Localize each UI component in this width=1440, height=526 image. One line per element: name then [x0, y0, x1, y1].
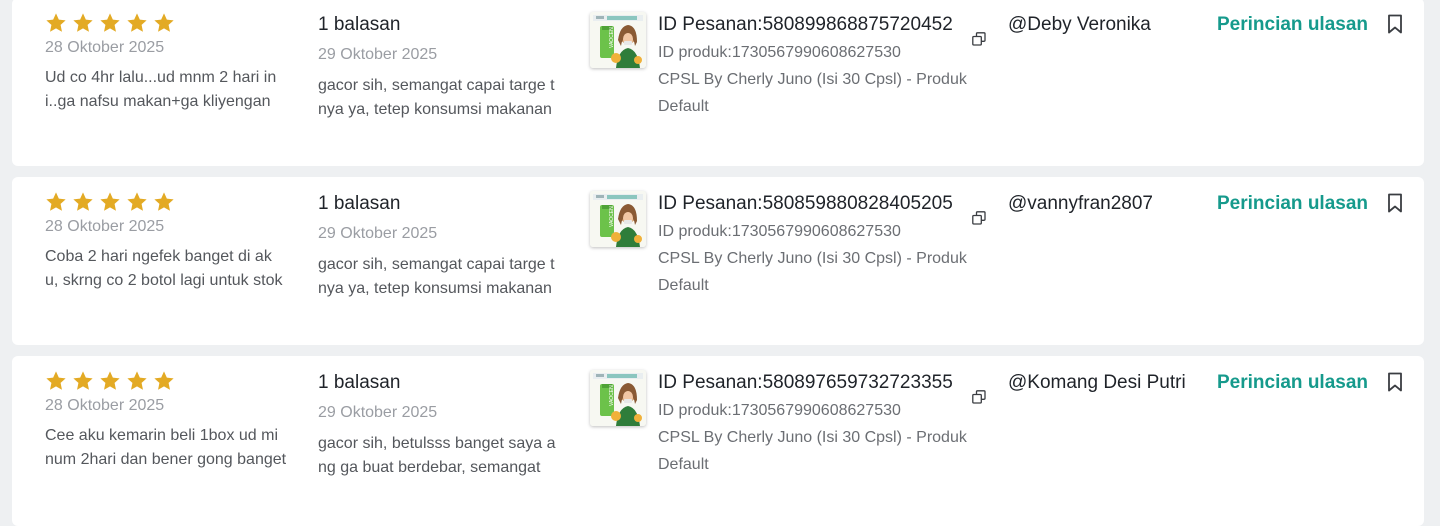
bookmark-button[interactable]	[1386, 372, 1404, 397]
product-id: ID produk:1730567990608627530	[658, 223, 901, 240]
user-column: @Deby Veronika	[1008, 0, 1198, 38]
star-icon	[46, 192, 66, 211]
review-text[interactable]: Cee aku kemarin beli 1box ud mi num 2har…	[45, 424, 287, 472]
review-card: 28 Oktober 2025 Cee aku kemarin beli 1bo…	[12, 356, 1424, 526]
bookmark-button[interactable]	[1386, 193, 1404, 218]
bookmark-icon[interactable]	[1386, 14, 1404, 34]
review-column: 28 Oktober 2025 Ud co 4hr lalu...ud mnm …	[45, 0, 295, 114]
reply-column: 1 balasan 29 Oktober 2025 gacor sih, sem…	[318, 177, 568, 301]
star-rating	[45, 191, 295, 215]
review-detail-link[interactable]: Perincian ulasan	[1217, 191, 1368, 217]
reply-column: 1 balasan 29 Oktober 2025 gacor sih, sem…	[318, 0, 568, 122]
review-text[interactable]: Ud co 4hr lalu...ud mnm 2 hari in i..ga …	[45, 66, 287, 114]
star-icon	[100, 192, 120, 211]
star-rating	[45, 370, 295, 394]
svg-text:VAOCEN: VAOCEN	[609, 206, 615, 227]
bookmark-icon[interactable]	[1386, 372, 1404, 392]
star-icon	[154, 371, 174, 390]
review-column: 28 Oktober 2025 Coba 2 hari ngefek bange…	[45, 177, 295, 293]
product-id: ID produk:1730567990608627530	[658, 44, 901, 61]
reply-text[interactable]: gacor sih, semangat capai targe tnya ya,…	[318, 253, 560, 301]
review-date: 28 Oktober 2025	[45, 218, 165, 235]
review-detail-link[interactable]: Perincian ulasan	[1217, 12, 1368, 38]
detail-column: Perincian ulasan	[1217, 356, 1368, 396]
detail-column: Perincian ulasan	[1217, 0, 1368, 38]
product-name[interactable]: CPSL By Cherly Juno (Isi 30 Cpsl) - Prod…	[658, 245, 976, 272]
star-icon	[73, 371, 93, 390]
review-card: 28 Oktober 2025 Ud co 4hr lalu...ud mnm …	[12, 0, 1424, 166]
order-id: ID Pesanan:580897659732723355	[658, 372, 953, 393]
product-id: ID produk:1730567990608627530	[658, 402, 901, 419]
product-variant: Default	[658, 277, 709, 294]
product-thumbnail[interactable]: VAOCEN	[590, 12, 646, 68]
svg-text:VAOCEN: VAOCEN	[609, 27, 615, 48]
star-icon	[100, 13, 120, 32]
product-thumbnail[interactable]: VAOCEN	[590, 191, 646, 247]
reply-count[interactable]: 1 balasan	[318, 371, 568, 395]
bookmark-button[interactable]	[1386, 14, 1404, 39]
star-icon	[127, 13, 147, 32]
star-icon	[127, 371, 147, 390]
reply-date: 29 Oktober 2025	[318, 404, 438, 421]
order-column: ID Pesanan:580897659732723355 ID produk:…	[658, 356, 988, 478]
reply-date: 29 Oktober 2025	[318, 46, 438, 63]
star-icon	[154, 13, 174, 32]
review-list: 28 Oktober 2025 Ud co 4hr lalu...ud mnm …	[0, 0, 1440, 526]
review-text[interactable]: Coba 2 hari ngefek banget di ak u, skrng…	[45, 245, 287, 293]
product-variant: Default	[658, 98, 709, 115]
star-icon	[154, 192, 174, 211]
product-name[interactable]: CPSL By Cherly Juno (Isi 30 Cpsl) - Prod…	[658, 66, 976, 93]
svg-text:VAOCEN: VAOCEN	[609, 385, 615, 406]
product-variant: Default	[658, 456, 709, 473]
order-id: ID Pesanan:580859880828405205	[658, 193, 953, 214]
reply-date: 29 Oktober 2025	[318, 225, 438, 242]
copy-icon[interactable]	[972, 390, 986, 404]
buyer-username[interactable]: @vannyfran2807	[1008, 191, 1188, 217]
reply-text[interactable]: gacor sih, betulsss banget saya ang ga b…	[318, 432, 560, 480]
buyer-username[interactable]: @Deby Veronika	[1008, 12, 1188, 38]
star-icon	[73, 192, 93, 211]
bookmark-icon[interactable]	[1386, 193, 1404, 213]
reply-count[interactable]: 1 balasan	[318, 192, 568, 216]
order-column: ID Pesanan:580899868875720452 ID produk:…	[658, 0, 988, 120]
star-icon	[127, 192, 147, 211]
detail-column: Perincian ulasan	[1217, 177, 1368, 217]
star-icon	[46, 13, 66, 32]
product-name[interactable]: CPSL By Cherly Juno (Isi 30 Cpsl) - Prod…	[658, 424, 976, 451]
review-detail-link[interactable]: Perincian ulasan	[1217, 370, 1368, 396]
reply-count[interactable]: 1 balasan	[318, 13, 568, 37]
star-icon	[46, 371, 66, 390]
user-column: @Komang Desi Putri	[1008, 356, 1198, 396]
user-column: @vannyfran2807	[1008, 177, 1198, 217]
star-icon	[100, 371, 120, 390]
review-column: 28 Oktober 2025 Cee aku kemarin beli 1bo…	[45, 356, 295, 472]
copy-icon[interactable]	[972, 32, 986, 46]
order-column: ID Pesanan:580859880828405205 ID produk:…	[658, 177, 988, 299]
product-thumbnail[interactable]: VAOCEN	[590, 370, 646, 426]
reply-text[interactable]: gacor sih, semangat capai targe tnya ya,…	[318, 74, 560, 122]
reply-column: 1 balasan 29 Oktober 2025 gacor sih, bet…	[318, 356, 568, 480]
order-id: ID Pesanan:580899868875720452	[658, 14, 953, 35]
buyer-username[interactable]: @Komang Desi Putri	[1008, 370, 1188, 396]
copy-icon[interactable]	[972, 211, 986, 225]
star-rating	[45, 12, 295, 36]
review-date: 28 Oktober 2025	[45, 397, 165, 414]
star-icon	[73, 13, 93, 32]
review-card: 28 Oktober 2025 Coba 2 hari ngefek bange…	[12, 177, 1424, 345]
review-date: 28 Oktober 2025	[45, 39, 165, 56]
